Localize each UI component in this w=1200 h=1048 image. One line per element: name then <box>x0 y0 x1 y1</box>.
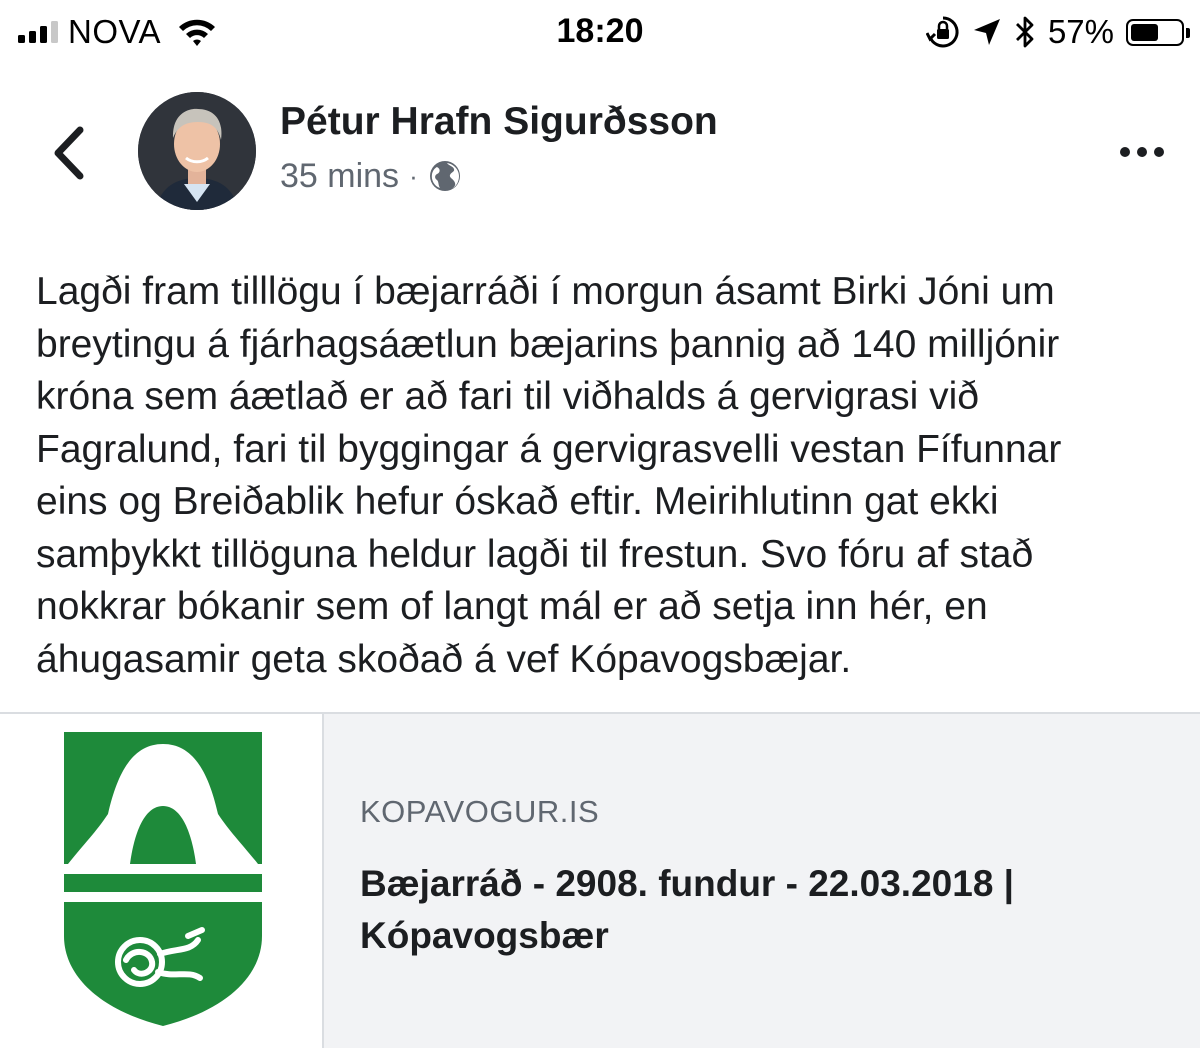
globe-icon[interactable] <box>428 159 462 193</box>
location-arrow-icon <box>973 19 1000 45</box>
bluetooth-icon <box>1015 16 1034 48</box>
back-chevron-icon[interactable] <box>46 120 96 186</box>
post-text-line: nokkrar bókanir sem of langt mál er að s… <box>36 585 988 628</box>
more-options-button[interactable] <box>1116 140 1168 164</box>
post-body: Lagði fram tilllögu í bæjarráði í morgun… <box>36 266 1176 686</box>
link-thumbnail[interactable] <box>0 714 324 1048</box>
post-timestamp[interactable]: 35 mins <box>280 157 399 196</box>
more-dot <box>1137 147 1147 157</box>
more-dot <box>1154 147 1164 157</box>
post-meta: 35 mins · <box>280 156 462 196</box>
author-avatar[interactable] <box>138 92 256 210</box>
rotation-lock-icon <box>925 16 959 48</box>
facebook-post-screen: NOVA 18:20 57% Pétur Hrafn Sigurðsson 35… <box>0 0 1200 1048</box>
post-text-line: breytingu á fjárhagsáætlun bæjarins þann… <box>36 322 1060 366</box>
battery-percentage: 57% <box>1047 13 1114 50</box>
post-text-line: króna sem áætlað er að fari til viðhalds… <box>36 375 979 418</box>
author-name[interactable]: Pétur Hrafn Sigurðsson <box>280 100 718 144</box>
battery-level-fill <box>1131 23 1158 41</box>
post-text-line: áhugasamir geta skoðað á vef Kópavogsbæj… <box>36 637 852 681</box>
status-bar-right: 57% <box>925 12 1190 52</box>
kopavogur-coat-of-arms-logo <box>64 732 262 1026</box>
post-text-line: Fagralund, fari til byggingar á gervigra… <box>36 427 1062 471</box>
link-domain: KOPAVOGUR.IS <box>360 794 600 829</box>
meta-separator: · <box>409 160 418 191</box>
post-text-line: samþykkt tillöguna heldur lagði til fres… <box>36 532 1034 576</box>
more-dot <box>1120 147 1130 157</box>
post-text-line: Lagði fram tilllögu í bæjarráði í morgun… <box>36 270 1055 313</box>
post-text-line: eins og Breiðablik hefur óskað eftir. Me… <box>36 480 999 523</box>
battery-icon <box>1126 18 1190 46</box>
link-card-text[interactable]: KOPAVOGUR.IS Bæjarráð - 2908. fundur - 2… <box>360 794 1160 962</box>
avatar-photo <box>138 92 256 210</box>
status-bar: NOVA 18:20 57% <box>0 0 1200 64</box>
link-title[interactable]: Bæjarráð - 2908. fundur - 22.03.2018 | K… <box>360 858 1150 962</box>
link-preview-card[interactable]: KOPAVOGUR.IS Bæjarráð - 2908. fundur - 2… <box>0 712 1200 1048</box>
